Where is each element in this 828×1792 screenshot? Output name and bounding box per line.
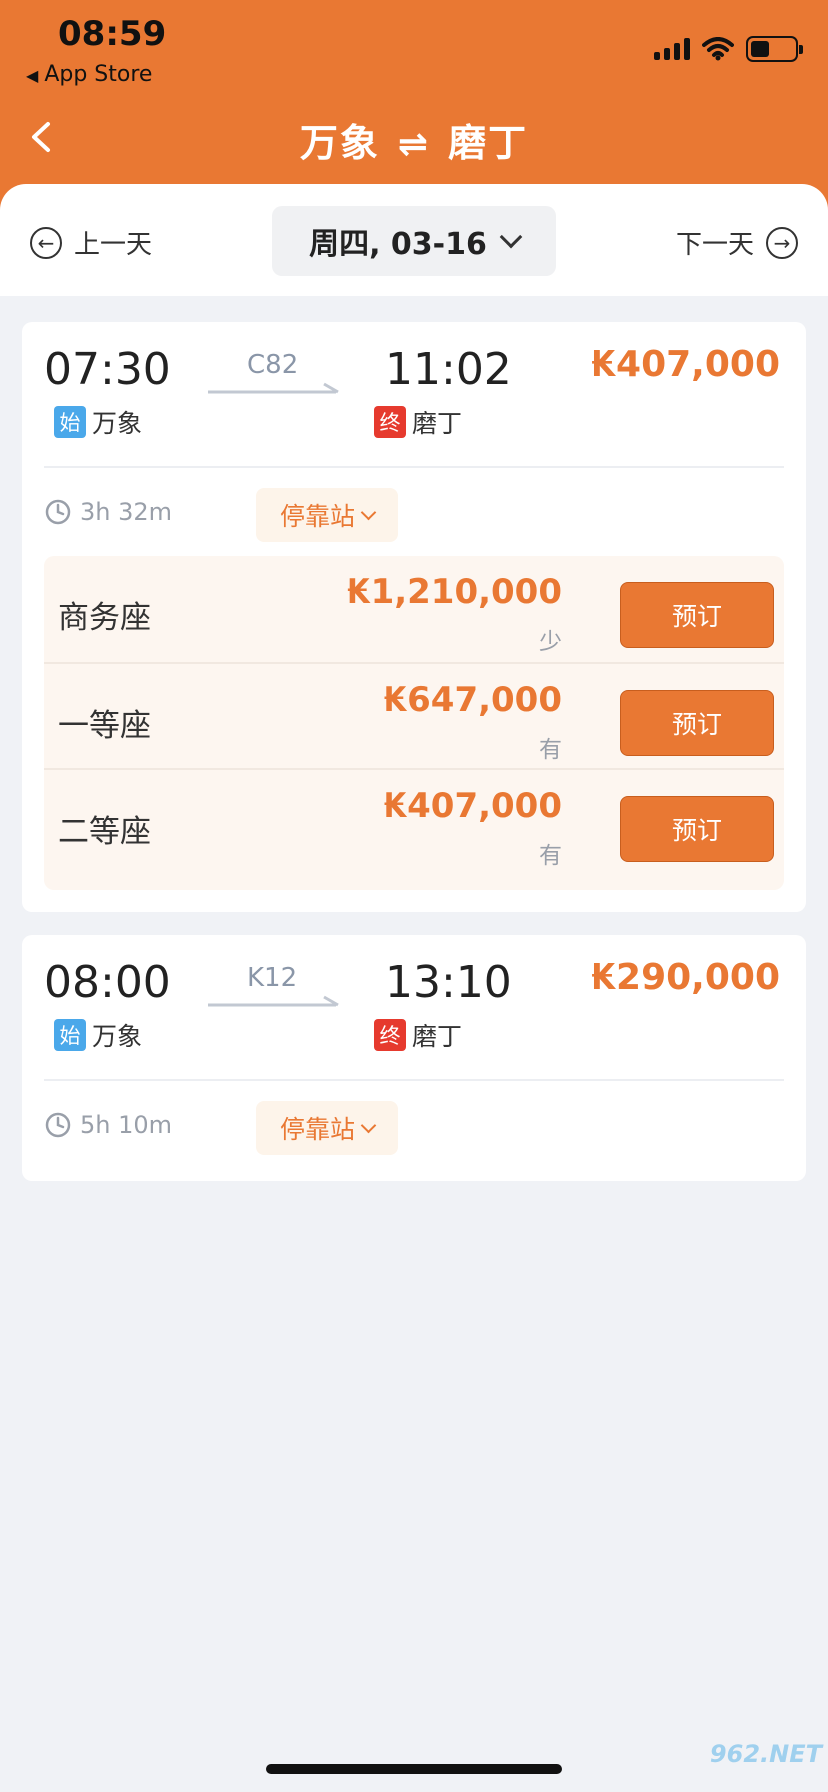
route-arrow-icon bbox=[208, 382, 339, 394]
chevron-down-icon bbox=[499, 225, 523, 249]
seat-availability: 有 bbox=[539, 843, 562, 869]
book-button[interactable]: 预订 bbox=[620, 796, 774, 862]
departure-station-name: 万象 bbox=[92, 409, 143, 438]
end-badge: 终 bbox=[374, 1019, 406, 1051]
seat-row: 二等座 ₭407,000 有 预订 bbox=[44, 768, 784, 874]
departure-station: 始 万象 bbox=[54, 404, 142, 440]
header-bar: 08:59 ◀ App Store 万象 ⇌ 磨丁 bbox=[0, 0, 828, 210]
swap-icon[interactable]: ⇌ bbox=[398, 124, 430, 165]
departure-time: 08:00 bbox=[44, 957, 171, 1008]
route-from: 万象 bbox=[299, 121, 380, 165]
next-day-button[interactable]: 下一天 → bbox=[676, 224, 798, 261]
seat-row: 一等座 ₭647,000 有 预订 bbox=[44, 662, 784, 768]
home-indicator[interactable] bbox=[266, 1764, 562, 1774]
status-time: 08:59 bbox=[58, 14, 167, 54]
prev-day-label: 上一天 bbox=[74, 230, 153, 260]
back-triangle-icon: ◀ bbox=[26, 66, 39, 85]
date-bar: ← 上一天 周四, 03-16 下一天 → bbox=[0, 184, 828, 296]
next-day-label: 下一天 bbox=[675, 230, 754, 260]
chevron-down-icon bbox=[360, 504, 377, 520]
duration-text: 5h 10m bbox=[80, 1111, 173, 1139]
divider bbox=[44, 1079, 784, 1081]
seat-price: ₭647,000 bbox=[383, 680, 562, 720]
status-back-label: App Store bbox=[44, 62, 153, 87]
cellular-signal-icon bbox=[654, 38, 690, 60]
divider bbox=[44, 466, 784, 468]
arrival-station-name: 磨丁 bbox=[412, 409, 463, 438]
seat-availability: 有 bbox=[539, 737, 562, 763]
arrival-station: 终 磨丁 bbox=[374, 1017, 462, 1053]
train-number: K12 bbox=[247, 963, 298, 993]
date-label: 周四, 03-16 bbox=[309, 227, 487, 262]
book-button[interactable]: 预订 bbox=[620, 690, 774, 756]
seat-class: 一等座 bbox=[58, 708, 151, 744]
arrival-station-name: 磨丁 bbox=[412, 1022, 463, 1051]
departure-station: 始 万象 bbox=[54, 1017, 142, 1053]
train-number: C82 bbox=[247, 350, 299, 380]
seat-class: 商务座 bbox=[58, 600, 151, 636]
arrival-time: 11:02 bbox=[385, 344, 512, 395]
prev-day-button[interactable]: ← 上一天 bbox=[30, 224, 152, 261]
book-button[interactable]: 预订 bbox=[620, 582, 774, 648]
arrow-left-circle-icon: ← bbox=[30, 226, 62, 259]
lowest-price: ₭407,000 bbox=[590, 344, 780, 385]
route-title: 万象 ⇌ 磨丁 bbox=[0, 112, 828, 167]
stops-button[interactable]: 停靠站 bbox=[256, 1101, 398, 1155]
stops-button[interactable]: 停靠站 bbox=[256, 488, 398, 542]
stops-label: 停靠站 bbox=[279, 1115, 355, 1144]
trip-duration: 3h 32m bbox=[44, 498, 172, 526]
battery-icon bbox=[746, 36, 803, 62]
chevron-down-icon bbox=[360, 1117, 377, 1133]
seat-class: 二等座 bbox=[58, 814, 151, 850]
seat-availability: 少 bbox=[539, 629, 562, 655]
duration-text: 3h 32m bbox=[80, 498, 173, 526]
watermark: 962.NET bbox=[709, 1740, 822, 1768]
status-back-to-app[interactable]: ◀ App Store bbox=[26, 62, 152, 87]
departure-time: 07:30 bbox=[44, 344, 171, 395]
end-badge: 终 bbox=[374, 406, 406, 438]
stops-label: 停靠站 bbox=[279, 502, 355, 531]
arrow-right-circle-icon: → bbox=[766, 226, 798, 259]
start-badge: 始 bbox=[54, 406, 86, 438]
train-card[interactable]: 07:30 C82 11:02 ₭407,000 始 万象 终 磨丁 3h 32… bbox=[22, 322, 806, 912]
train-card[interactable]: 08:00 K12 13:10 ₭290,000 始 万象 终 磨丁 5h 10… bbox=[22, 935, 806, 1181]
start-badge: 始 bbox=[54, 1019, 86, 1051]
status-icons bbox=[654, 34, 803, 64]
route-arrow-icon bbox=[208, 995, 339, 1007]
departure-station-name: 万象 bbox=[92, 1022, 143, 1051]
clock-icon bbox=[45, 499, 71, 525]
seat-options: 商务座 ₭1,210,000 少 预订 一等座 ₭647,000 有 预订 二等… bbox=[44, 556, 784, 890]
seat-price: ₭407,000 bbox=[383, 786, 562, 826]
route-to: 磨丁 bbox=[448, 121, 529, 165]
seat-price: ₭1,210,000 bbox=[346, 572, 562, 612]
wifi-icon bbox=[702, 37, 734, 61]
arrival-station: 终 磨丁 bbox=[374, 404, 462, 440]
trip-duration: 5h 10m bbox=[44, 1111, 172, 1139]
lowest-price: ₭290,000 bbox=[590, 957, 780, 998]
date-selector[interactable]: 周四, 03-16 bbox=[272, 206, 556, 276]
clock-icon bbox=[45, 1112, 71, 1138]
seat-row: 商务座 ₭1,210,000 少 预订 bbox=[44, 556, 784, 662]
arrival-time: 13:10 bbox=[385, 957, 512, 1008]
